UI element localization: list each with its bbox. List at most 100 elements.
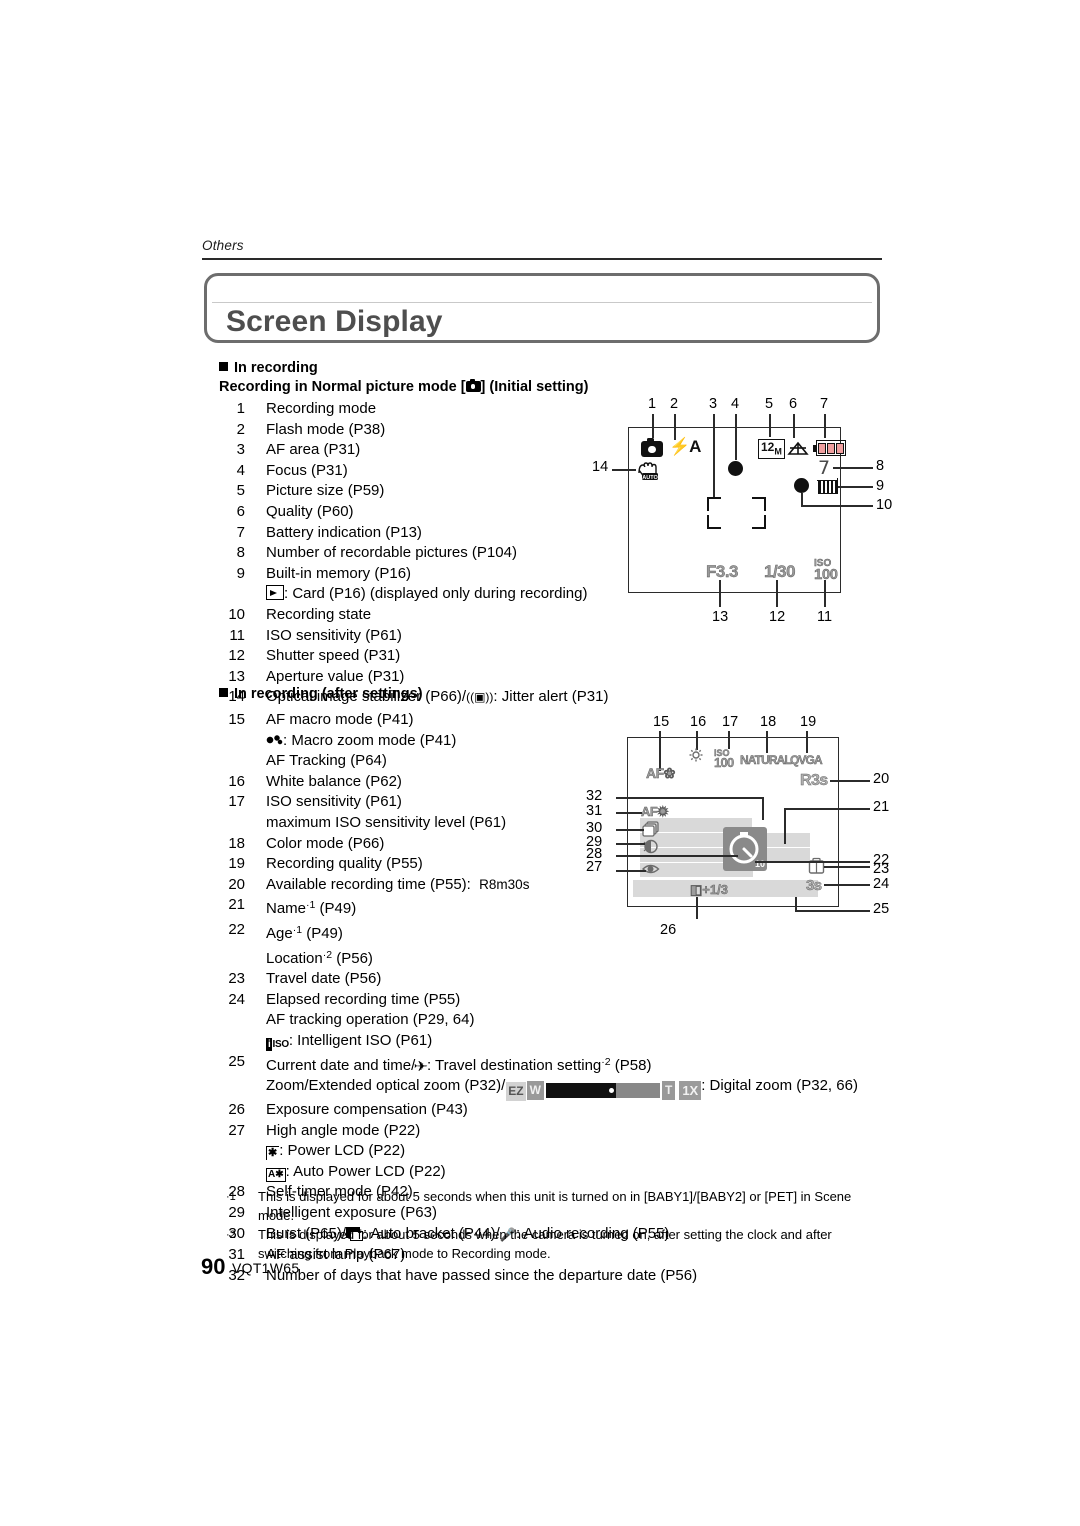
bullet-square-icon [219,688,228,697]
power-lcd-icon: ✱ [266,1146,280,1161]
list-item-label: Built-in memory (P16) [266,564,412,582]
zoom-tele-label: T [661,1081,676,1101]
leader-25-h [795,910,870,912]
leader-29 [616,843,645,845]
list-item-label: Exposure compensation (P43) [266,1101,468,1119]
list-item-label: Quality (P60) [266,502,354,520]
list-item-label: Focus (P31) [266,461,348,479]
list-item-number: 26 [228,1101,245,1119]
list-item-label: : Card (P16) (displayed only during reco… [284,585,588,603]
callout-14: 14 [592,459,609,475]
list-item-label: Number of days that have passed since th… [266,1266,698,1284]
jitter-alert-icon: ((▣)) [466,690,494,705]
list-item: 11 ISO sensitivity (P61) [219,626,608,647]
af-area-bracket-br [752,515,766,529]
callout-9: 9 [876,478,885,494]
recordable-pictures-value: 7 [818,457,831,479]
list-item-number: 3 [236,441,245,459]
list-item-number: 10 [228,605,245,623]
available-recording-time-value: R8m30s [479,876,530,892]
svg-text:AUTO: AUTO [642,475,658,481]
camera-icon [465,378,481,392]
iso-number: 100 [814,566,838,583]
zoom-bar-icon: EZ W T 1X [505,1081,702,1103]
callout-16: 16 [690,714,707,730]
aperture-value: F3.3 [706,562,739,581]
list-item-number: 5 [236,482,245,500]
optical-image-stabilizer-icon: AUTO [636,460,666,482]
callout-31: 31 [586,803,603,819]
sun-glyph [689,748,703,762]
list-item-number: 4 [236,461,245,479]
list-item-label: : Auto Power LCD (P22) [285,1162,446,1180]
af-assist-lamp-icon: AF✹ [641,804,669,819]
zoom-knob [605,1083,616,1099]
list-item-label-2: : Digital zoom (P32, 66) [701,1077,858,1095]
list-item: 3 AF area (P31) [219,440,608,461]
list-item: 2 Flash mode (P38) [219,420,608,441]
recording-mode-camera-icon [641,437,663,457]
section-heading-in-recording: In recording [219,360,318,376]
list-item-label: Recording state [266,605,372,623]
callout-23: 23 [873,861,890,877]
list-item-label: High angle mode (P22) [266,1121,421,1139]
list-item: 5 Picture size (P59) [219,481,608,502]
callout-15: 15 [653,714,670,730]
list-item-number: 16 [228,772,245,790]
manual-page: Others Screen Display In recording Recor… [0,0,1080,1526]
list-item-label: Travel date (P56) [266,970,382,988]
callout-7: 7 [820,396,829,412]
battery-cell [818,442,826,454]
header-rule [202,258,882,260]
list-item: 23 Travel date (P56) [219,969,858,990]
travel-plane-icon: ✈ [413,1057,429,1074]
leader-25-v [795,897,797,911]
callout-2: 2 [670,396,679,412]
callout-26: 26 [660,922,677,938]
callout-17: 17 [722,714,739,730]
list-item: 8 Number of recordable pictures (P104) [219,543,608,564]
list-item-label: AF tracking operation (P29, 64) [266,1011,475,1029]
list-item-label: Available recording time (P55): [266,875,471,893]
self-timer-glyph: 10 [729,832,765,869]
list-item: 22 Age·1 (P49) [219,920,858,945]
leader-11 [824,580,826,607]
footnote-mark: ·1 [306,899,316,912]
list-item: 32 Number of days that have passed since … [219,1266,858,1287]
list-item: AF tracking operation (P29, 64) [219,1010,858,1031]
intelligent-iso-icon: i ISO [266,1037,289,1051]
list-item-label: ISO sensitivity (P61) [266,626,402,644]
high-angle-glyph [641,864,660,874]
list-item: Zoom/Extended optical zoom (P32)/EZ W T 1X:… [219,1076,858,1103]
callout-6: 6 [789,396,798,412]
callout-18: 18 [760,714,777,730]
callout-3: 3 [709,396,718,412]
callout-5: 5 [765,396,774,412]
list-item-label: : Macro zoom mode (P41) [283,731,457,749]
callout-13: 13 [712,609,729,625]
macro-zoom-icon [266,733,283,746]
leader-10-h [801,505,873,507]
list-item-number: 17 [228,793,245,811]
list-item: ✱: Power LCD (P22) [219,1141,858,1162]
list-item-label-2: (P49) [315,900,357,918]
list-item-label: AF macro mode (P41) [266,711,414,728]
callout-32: 32 [586,788,603,804]
leader-30 [616,829,644,831]
leader-13 [719,580,721,607]
list-item-number: 22 [228,920,245,938]
leader-31 [616,812,642,814]
list-item-number: 15 [228,711,245,728]
leader-9 [838,486,873,488]
list-item-number: 21 [228,896,245,914]
list-item-label-2: (P49) [302,924,343,942]
footnote-mark: ·2 [226,1229,236,1241]
running-head: Others [202,238,244,253]
callout-27: 27 [586,859,603,875]
section-heading-after-settings: In recording (after settings) [219,686,423,702]
section1-subheading: Recording in Normal picture mode [] (Ini… [219,378,588,395]
list-item-number: 8 [236,544,245,562]
list-item: 12 Shutter speed (P31) [219,646,608,667]
list-item-number: 6 [236,502,245,520]
burst-glyph [642,821,659,837]
